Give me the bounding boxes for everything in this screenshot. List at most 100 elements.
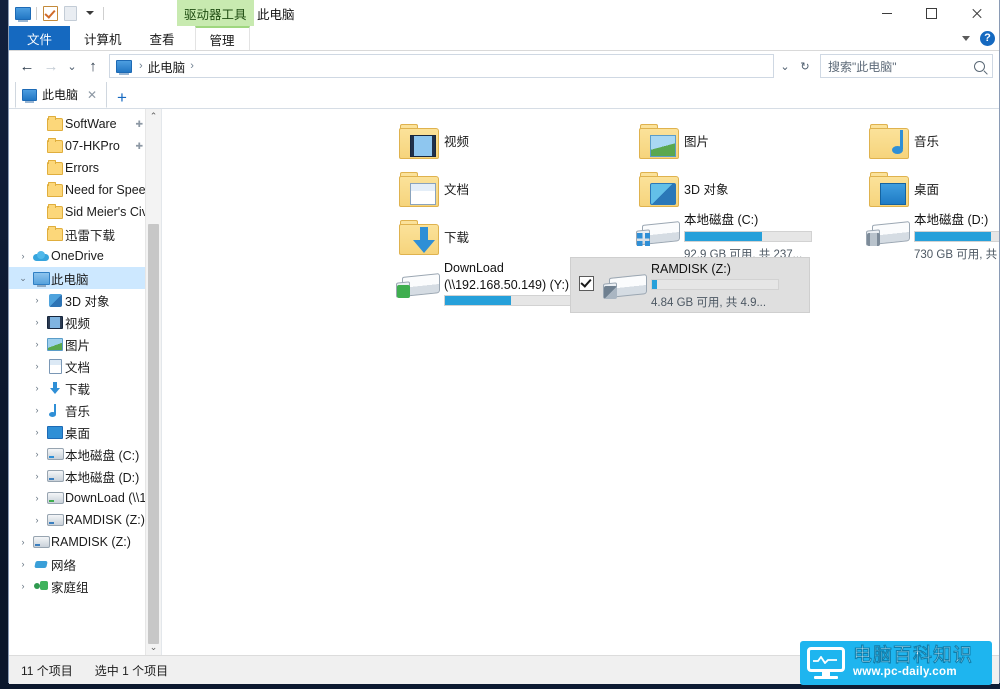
scroll-up-icon[interactable]: ⌃ [146,109,161,124]
quick-access-toolbar [13,3,107,23]
expander-icon[interactable]: › [29,471,45,481]
checklist-icon[interactable] [40,3,60,23]
maximize-button[interactable] [909,0,954,26]
item-count-label: 11 个项目 [21,663,73,678]
sidebar-item-8[interactable]: › 3D 对象 [9,289,161,311]
folder-item[interactable]: 桌面 [862,165,939,213]
forward-button[interactable]: → [39,54,63,78]
address-bar: ← → ⌄ ↑ › 此电脑 › ⌄ ↻ 搜索"此电脑" [9,51,999,82]
folder-item[interactable]: 视频 [392,117,469,165]
folder-label: 下载 [444,231,470,245]
sidebar-item-0[interactable]: SoftWare ✚ [9,113,161,135]
drive-name: RAMDISK (Z:) [651,262,731,276]
sidebar-item-14[interactable]: › 桌面 [9,421,161,443]
up-button[interactable]: ↑ [81,54,105,78]
help-icon[interactable]: ? [980,30,995,46]
sidebar-item-label: DownLoad (\\19 [65,491,154,505]
close-icon[interactable]: ✕ [87,88,97,102]
pin-icon[interactable]: ✚ [135,119,143,130]
ribbon-tab-manage[interactable]: 管理 [194,26,250,50]
sidebar-item-9[interactable]: › 视频 [9,311,161,333]
expander-icon[interactable]: › [29,339,45,349]
sidebar-item-label: 网络 [51,558,77,573]
document-icon[interactable] [60,3,80,23]
tab-this-pc[interactable]: 此电脑 ✕ [15,81,107,108]
expander-icon[interactable]: › [15,537,31,547]
watermark-logo: 电脑百科知识 www.pc-daily.com [800,641,992,685]
breadcrumb-item-this-pc[interactable]: 此电脑 [148,57,186,76]
expander-icon[interactable]: › [29,317,45,327]
sidebar-item-4[interactable]: Sid Meier's Civil [9,201,161,223]
sidebar-item-3[interactable]: Need for Speed [9,179,161,201]
expander-icon[interactable]: ⌄ [15,273,31,284]
sidebar-scrollbar[interactable]: ⌃ ⌄ [145,109,161,655]
search-icon[interactable] [974,60,985,72]
folder-icon [45,225,65,241]
expander-icon[interactable]: › [29,493,45,503]
expander-icon[interactable]: › [15,581,31,591]
ribbon-tab-file[interactable]: 文件 [9,26,71,50]
breadcrumb-separator-2: › [190,60,194,72]
breadcrumb[interactable]: › 此电脑 › [109,54,774,78]
drive-item[interactable]: RAMDISK (Z:) 4.84 GB 可用, 共 4.9... [570,257,810,313]
back-button[interactable]: ← [15,54,39,78]
sidebar-item-15[interactable]: › 本地磁盘 (C:) [9,443,161,465]
close-button[interactable] [954,0,999,26]
file-list-pane[interactable]: 视频 图片 音乐文档 3D 对象 桌面下载 本地磁盘 (C:) 92.9 GB 可用, 共 … [162,109,999,655]
expander-icon[interactable]: › [29,515,45,525]
sidebar-item-label: 桌面 [65,426,91,441]
sidebar-item-11[interactable]: › 文档 [9,355,161,377]
folder-item[interactable]: 下载 [392,213,469,261]
expander-icon[interactable]: › [29,383,45,393]
expander-icon[interactable]: › [29,361,45,371]
expander-icon[interactable]: › [15,559,31,569]
sidebar-item-19[interactable]: › RAMDISK (Z:) [9,531,161,553]
sidebar-item-2[interactable]: Errors [9,157,161,179]
recent-locations-icon[interactable]: ⌄ [63,54,81,78]
sidebar-item-10[interactable]: › 图片 [9,333,161,355]
pc-icon[interactable] [13,3,33,23]
folder-item[interactable]: 文档 [392,165,469,213]
address-history-caret-icon[interactable]: ⌄ [776,55,794,77]
sidebar-item-6[interactable]: › OneDrive [9,245,161,267]
sidebar-item-20[interactable]: › 网络 [9,553,161,575]
minimize-button[interactable] [864,0,909,26]
sidebar-item-5[interactable]: 迅雷下载 [9,223,161,245]
sidebar-item-7[interactable]: ⌄ 此电脑 [9,267,161,289]
scroll-down-icon[interactable]: ⌄ [146,640,161,655]
sidebar-item-12[interactable]: › 下载 [9,377,161,399]
folder-item[interactable]: 3D 对象 [632,165,728,213]
sidebar-item-1[interactable]: 07-HKPro ✚ [9,135,161,157]
expander-icon[interactable]: › [15,251,31,261]
drive-icon [31,536,51,548]
sidebar-item-18[interactable]: › RAMDISK (Z:) [9,509,161,531]
expander-icon[interactable]: › [29,427,45,437]
dropdown-caret-icon[interactable] [80,3,100,23]
scrollbar-thumb[interactable] [148,224,159,644]
expander-icon[interactable]: › [29,449,45,459]
folder-item[interactable]: 音乐 [862,117,939,165]
chevron-down-icon[interactable] [962,35,970,41]
sidebar-item-17[interactable]: › DownLoad (\\19 [9,487,161,509]
selection-checkbox[interactable] [579,276,594,291]
refresh-icon[interactable]: ↻ [796,55,814,77]
drive-item[interactable]: DownLoad (\\192.168.50.149) (Y:) [392,261,574,309]
pin-icon[interactable]: ✚ [135,141,143,152]
drive-name: DownLoad [444,261,504,275]
folder-item[interactable]: 图片 [632,117,709,165]
search-input[interactable]: 搜索"此电脑" [820,54,993,78]
folder-document-icon [392,165,444,213]
ribbon-tab-computer[interactable]: 计算机 [70,26,136,50]
expander-icon[interactable]: › [29,295,45,305]
expander-icon[interactable]: › [29,405,45,415]
ribbon-tab-view[interactable]: 查看 [136,26,189,50]
pc-icon [22,88,37,103]
drive-item[interactable]: 本地磁盘 (D:) 730 GB 可用, 共 1.81... [862,209,999,262]
drive-item[interactable]: 本地磁盘 (C:) 92.9 GB 可用, 共 237... [632,209,814,262]
sidebar-item-13[interactable]: › 音乐 [9,399,161,421]
drive-info: 本地磁盘 (C:) 92.9 GB 可用, 共 237... [684,209,814,262]
sidebar-item-16[interactable]: › 本地磁盘 (D:) [9,465,161,487]
new-tab-button[interactable]: + [117,89,127,106]
folder-icon [45,181,65,197]
sidebar-item-21[interactable]: › 家庭组 [9,575,161,597]
